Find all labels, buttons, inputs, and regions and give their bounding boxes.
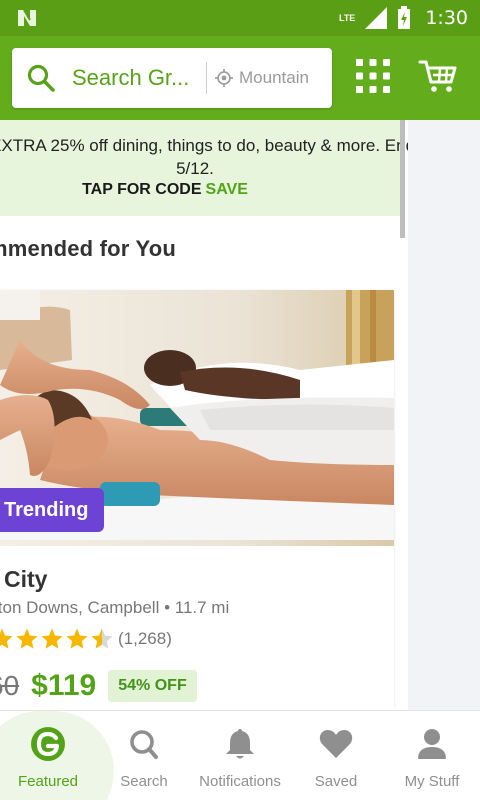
search-icon [27,64,55,92]
divider [206,62,207,94]
nav-notifications[interactable]: Notifications [192,711,288,800]
price-row: 60 $119 54% OFF [0,666,197,706]
star-icon [41,628,63,649]
location-target-icon [215,69,233,87]
promo-code: SAVE [205,181,248,198]
heart-icon [319,730,353,758]
network-type: LTE [338,13,356,23]
star-icon [91,628,113,649]
deal-card[interactable]: Trending City lton Downs, Campbell • 11.… [0,290,394,710]
promo-cta-label: TAP FOR CODE [82,181,202,198]
nav-saved[interactable]: Saved [288,711,384,800]
deal-price: $119 [31,669,97,702]
person-icon [418,729,446,759]
notification-n-icon [18,9,36,26]
nav-notifications-label: Notifications [199,773,281,790]
signal-icon [365,7,388,29]
discount-badge: 54% OFF [108,670,197,702]
original-price: 60 [0,670,20,701]
star-icon [16,628,38,649]
star-rating [0,627,114,651]
rating: (1,268) [0,626,172,652]
search-input[interactable]: Search Gr... [72,65,196,91]
deal-location: lton Downs, Campbell • 11.7 mi [0,598,230,617]
trending-badge: Trending [0,488,105,532]
nav-search-label: Search [120,773,168,790]
star-icon [0,628,13,649]
cart-icon[interactable] [418,58,458,94]
featured-feed[interactable]: an EXTRA 25% off dining, things to do, b… [0,120,408,710]
categories-grid-icon[interactable] [355,58,391,94]
status-bar: LTE 1:30 [0,0,480,36]
location-field[interactable]: Mountain [239,68,315,88]
groupon-g-icon [31,727,65,761]
star-icon [66,628,88,649]
search-icon [130,730,158,759]
promo-text: an EXTRA 25% off dining, things to do, b… [0,136,408,178]
rating-count: (1,268) [118,629,172,648]
nav-featured-label: Featured [17,773,79,790]
battery-charging-icon [398,6,411,29]
bell-icon [226,729,254,759]
promo-cta[interactable]: TAP FOR CODE SAVE [0,181,330,199]
nav-search[interactable]: Search [96,711,192,800]
nav-my-stuff-label: My Stuff [404,773,460,790]
clock: 1:30 [425,7,468,29]
search-bar[interactable]: Search Gr... Mountain [12,48,332,108]
deal-title[interactable]: City [4,566,47,593]
section-title: mmended for You [0,236,176,261]
nav-my-stuff[interactable]: My Stuff [384,711,480,800]
promo-banner[interactable]: an EXTRA 25% off dining, things to do, b… [0,120,408,216]
scrollbar[interactable] [400,120,405,238]
nav-saved-label: Saved [314,773,358,790]
nav-featured[interactable]: Featured [0,711,114,800]
bottom-nav: Featured Search Notifications Saved My S… [0,710,480,800]
app-bar: Search Gr... Mountain [0,36,480,120]
